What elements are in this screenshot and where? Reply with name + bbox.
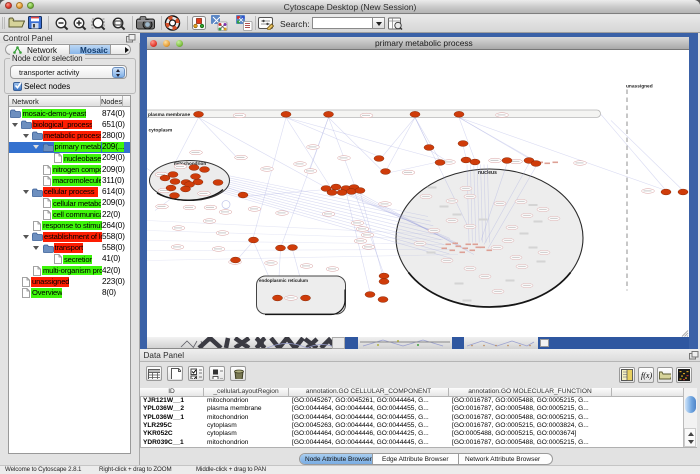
svg-text:unassigned: unassigned [626, 83, 653, 89]
svg-text:endoplasmic reticulum: endoplasmic reticulum [259, 278, 308, 283]
svg-text:cytoplasm: cytoplasm [149, 127, 173, 133]
svg-text:f(x): f(x) [641, 371, 652, 380]
svg-text:plasma membrane: plasma membrane [148, 112, 190, 118]
